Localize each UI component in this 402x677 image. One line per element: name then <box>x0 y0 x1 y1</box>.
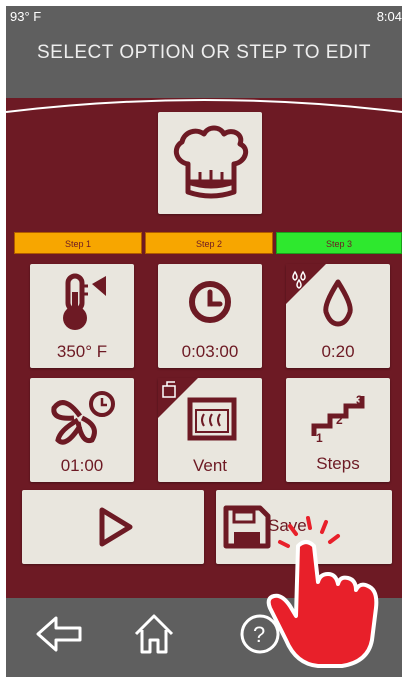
step-1-label: Step 1 <box>64 239 92 249</box>
vent-button[interactable]: Vent <box>158 378 262 482</box>
temperature-value: 350° F <box>56 342 108 361</box>
cabinet-temperature: 93° F <box>10 9 42 24</box>
svg-text:3: 3 <box>356 393 363 407</box>
svg-text:1: 1 <box>316 431 323 445</box>
page-title: SELECT OPTION OR STEP TO EDIT <box>36 42 372 63</box>
step-3-label: Step 3 <box>325 239 353 249</box>
tap-hand-icon <box>266 516 379 668</box>
thermometer-icon <box>63 273 106 330</box>
status-bar: 93° F 8:04 <box>6 6 402 26</box>
back-arrow-icon <box>36 616 82 652</box>
play-icon <box>99 507 133 547</box>
home-button[interactable] <box>132 612 176 661</box>
steps-icon: 1 2 3 <box>311 393 365 445</box>
fan-time-value: 01:00 <box>60 456 104 475</box>
steps-label: Steps <box>316 454 360 473</box>
fan-button[interactable]: 01:00 <box>30 378 134 482</box>
step-2-tab[interactable]: Step 2 <box>145 232 273 254</box>
recipe-button[interactable] <box>158 112 262 214</box>
svg-text:2: 2 <box>336 413 343 427</box>
step-1-tab[interactable]: Step 1 <box>14 232 142 254</box>
cook-time-button[interactable]: 0:03:00 <box>158 264 262 368</box>
home-icon <box>134 614 174 654</box>
droplet-icon <box>323 279 353 327</box>
clock-icon <box>189 281 231 323</box>
clock-time: 8:04 <box>376 9 402 24</box>
temperature-button[interactable]: 350° F <box>30 264 134 368</box>
vent-icon <box>187 397 237 441</box>
cook-time-value: 0:03:00 <box>181 342 239 361</box>
humidity-value: 0:20 <box>321 342 355 361</box>
chef-hat-icon <box>173 125 249 199</box>
steps-button[interactable]: 1 2 3 Steps <box>286 378 390 482</box>
humidity-button[interactable]: 0:20 <box>286 264 390 368</box>
step-3-tab[interactable]: Step 3 <box>276 232 402 254</box>
start-button[interactable] <box>22 490 204 564</box>
step-2-label: Step 2 <box>195 239 223 249</box>
device-screen: 93° F 8:04 SELECT OPTION OR STEP TO EDIT… <box>6 6 402 677</box>
vent-label: Vent <box>192 456 228 475</box>
back-button[interactable] <box>34 612 84 661</box>
fan-timer-icon <box>51 391 115 445</box>
